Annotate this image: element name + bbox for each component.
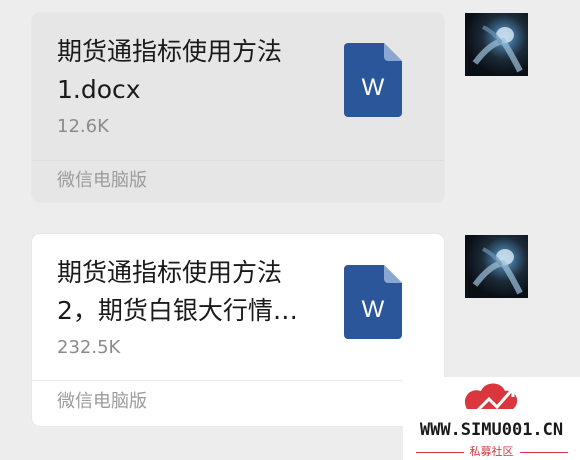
- avatar[interactable]: [465, 13, 528, 76]
- word-icon-letter: W: [362, 296, 385, 323]
- divider: [32, 160, 444, 161]
- file-message-1[interactable]: 期货通指标使用方法1.docx 12.6K W 微信电脑版: [32, 13, 444, 202]
- watermark-site: WWW.SIMU001.CN: [419, 420, 564, 440]
- source-label: 微信电脑版: [57, 391, 147, 412]
- word-icon-letter: W: [362, 74, 385, 101]
- avatar[interactable]: [465, 235, 528, 298]
- source-label: 微信电脑版: [57, 170, 147, 191]
- file-message-2[interactable]: 期货通指标使用方法2，期货白银大行情… 232.5K W 微信电脑版: [32, 234, 444, 426]
- file-name: 期货通指标使用方法2，期货白银大行情…: [57, 258, 298, 325]
- file-name: 期货通指标使用方法1.docx: [57, 37, 283, 104]
- divider: [32, 380, 444, 381]
- file-size: 232.5K: [57, 337, 121, 358]
- watermark: WWW.SIMU001.CN 私募社区: [403, 377, 580, 460]
- file-size: 12.6K: [57, 116, 109, 137]
- word-document-icon: W: [344, 265, 402, 339]
- watermark-subtitle: 私募社区: [403, 443, 580, 459]
- word-document-icon: W: [344, 43, 402, 117]
- simu-logo-icon: [464, 383, 518, 415]
